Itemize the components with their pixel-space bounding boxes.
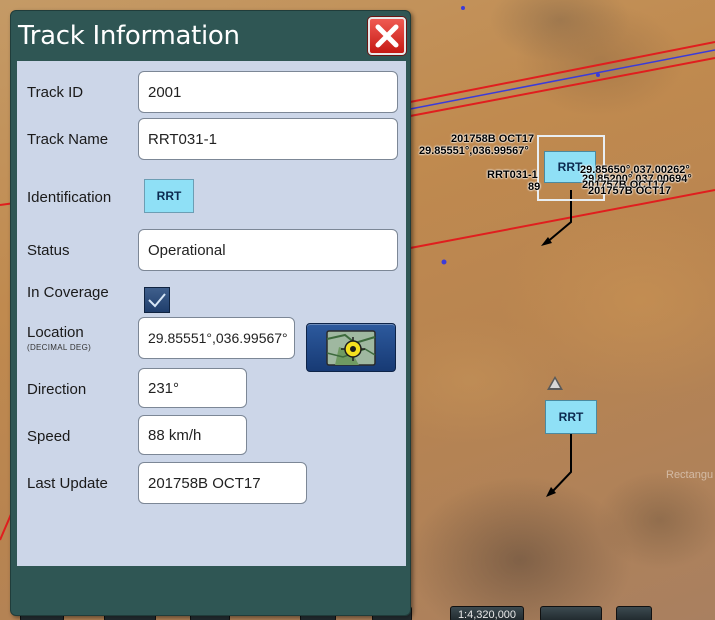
- track-symbol-label: RRT: [557, 160, 583, 174]
- map-label: RRT031-1: [487, 169, 538, 181]
- map-label: Rectangu: [666, 469, 714, 481]
- panel-title: Track Information: [18, 21, 240, 51]
- waypoint-dot[interactable]: [596, 73, 600, 77]
- speed-label: Speed: [27, 428, 71, 445]
- close-button[interactable]: [368, 17, 406, 55]
- checkmark-icon: [148, 293, 166, 308]
- track-name-field[interactable]: RRT031-1: [138, 118, 398, 160]
- last-update-field[interactable]: 201758B OCT17: [138, 462, 307, 504]
- location-field[interactable]: 29.85551°,036.99567°: [138, 317, 295, 359]
- location-units-label: (DECIMAL DEG): [27, 343, 92, 352]
- waypoint-dot[interactable]: [441, 259, 447, 265]
- in-coverage-label: In Coverage: [27, 284, 109, 301]
- identification-symbol[interactable]: RRT: [144, 179, 194, 213]
- toolbar-button[interactable]: [540, 606, 602, 620]
- show-on-map-button[interactable]: [306, 323, 396, 372]
- warning-icon[interactable]: [547, 376, 563, 390]
- direction-field[interactable]: 231°: [138, 368, 247, 408]
- track-information-panel: Track Information Track ID 2001 Track Na…: [10, 10, 411, 616]
- last-update-label: Last Update: [27, 475, 108, 492]
- identification-label: Identification: [27, 189, 112, 206]
- route-line: [404, 41, 715, 104]
- track-symbol-label: RRT: [558, 410, 584, 424]
- route-line: [404, 49, 715, 111]
- speed-field[interactable]: 88 km/h: [138, 415, 247, 455]
- map-label: 89: [528, 181, 541, 193]
- toolbar-button[interactable]: [616, 606, 652, 620]
- track-id-field[interactable]: 2001: [138, 71, 398, 113]
- heading-vector: [551, 433, 572, 493]
- direction-label: Direction: [27, 381, 87, 398]
- route-line: [404, 57, 715, 118]
- map-label: 201757B OCT17: [588, 185, 672, 197]
- track-symbol[interactable]: RRT: [545, 400, 597, 434]
- track-id-label: Track ID: [27, 84, 84, 101]
- track-name-label: Track Name: [27, 131, 109, 148]
- location-label: Location: [27, 324, 84, 341]
- status-field[interactable]: Operational: [138, 229, 398, 271]
- status-label: Status: [27, 242, 70, 259]
- close-icon: [375, 24, 399, 48]
- waypoint-dot[interactable]: [461, 6, 465, 10]
- in-coverage-checkbox[interactable]: [144, 287, 170, 313]
- map-label: 29.85551°,036.99567°: [419, 145, 529, 157]
- map-label: 201758B OCT17: [451, 133, 535, 145]
- map-locate-icon: [326, 329, 376, 366]
- identification-symbol-label: RRT: [156, 189, 182, 203]
- panel-body: Track ID 2001 Track Name RRT031-1 Identi…: [17, 61, 406, 566]
- map-scale-readout: 1:4,320,000: [450, 606, 524, 620]
